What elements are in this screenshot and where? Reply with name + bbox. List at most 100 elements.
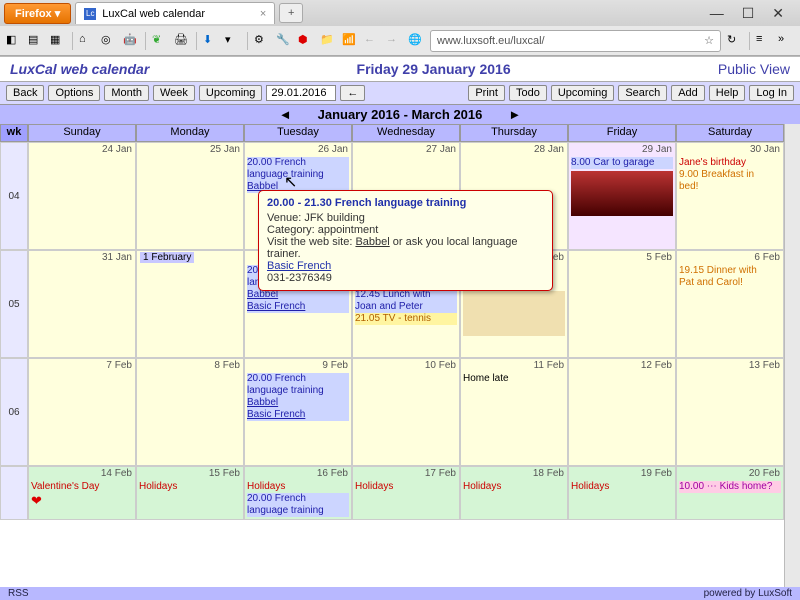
calendar-event[interactable]: Holidays bbox=[571, 481, 673, 493]
day-number: 5 Feb bbox=[646, 252, 672, 263]
new-tab-button[interactable]: + bbox=[279, 3, 303, 23]
upcoming-button[interactable]: Upcoming bbox=[199, 85, 263, 101]
help-button[interactable]: Help bbox=[709, 85, 746, 101]
tooltip-phone: 031-2376349 bbox=[267, 272, 544, 284]
day-cell[interactable]: 8 Feb bbox=[136, 358, 244, 466]
leaf-icon[interactable]: ❦ bbox=[152, 33, 168, 49]
calendar-event[interactable]: 19.15 Dinner withPat and Carol! bbox=[679, 265, 781, 289]
firefox-menu-button[interactable]: Firefox ▾ bbox=[4, 3, 71, 24]
tooltip-category: Category: appointment bbox=[267, 224, 544, 236]
week-button[interactable]: Week bbox=[153, 85, 195, 101]
day-cell[interactable]: 9 Feb20.00 Frenchlanguage trainingBabbel… bbox=[244, 358, 352, 466]
day-cell[interactable]: 13 Feb bbox=[676, 358, 784, 466]
folder-icon[interactable]: 📁 bbox=[320, 33, 336, 49]
download-icon[interactable]: ⬇ bbox=[203, 33, 219, 49]
day-cell[interactable]: 24 Jan bbox=[28, 142, 136, 250]
home-icon[interactable]: ⌂ bbox=[79, 33, 95, 49]
day-header: Saturday bbox=[676, 124, 784, 142]
day-cell[interactable]: 16 FebHolidays20.00 Frenchlanguage train… bbox=[244, 466, 352, 520]
gear-icon[interactable]: ⚙ bbox=[254, 33, 270, 49]
options-button[interactable]: Options bbox=[48, 85, 100, 101]
next-period-icon[interactable]: ► bbox=[502, 107, 527, 122]
calendar-event[interactable]: 20.00 Frenchlanguage training bbox=[247, 493, 349, 517]
day-cell[interactable]: 19 FebHolidays bbox=[568, 466, 676, 520]
calendar-event[interactable]: Home late bbox=[463, 373, 565, 385]
close-tab-icon[interactable]: × bbox=[260, 8, 266, 20]
day-cell[interactable]: 6 Feb19.15 Dinner withPat and Carol! bbox=[676, 250, 784, 358]
close-icon[interactable]: ✕ bbox=[772, 5, 784, 22]
calendar-event[interactable]: Holidays bbox=[139, 481, 241, 493]
calendar-event[interactable]: Holidays bbox=[355, 481, 457, 493]
stop-icon[interactable]: ⬢ bbox=[298, 33, 314, 49]
grid-icon[interactable]: ▦ bbox=[50, 33, 66, 49]
vertical-scrollbar[interactable] bbox=[784, 124, 800, 588]
day-cell[interactable]: 5 Feb bbox=[568, 250, 676, 358]
print-button[interactable]: Print bbox=[468, 85, 505, 101]
day-number: 13 Feb bbox=[749, 360, 780, 371]
day-cell[interactable]: 29 Jan8.00 Car to garage bbox=[568, 142, 676, 250]
tooltip-link-babbel[interactable]: Babbel bbox=[355, 236, 389, 248]
overflow-icon[interactable]: » bbox=[778, 33, 794, 49]
target-icon[interactable]: ◎ bbox=[101, 33, 117, 49]
view-mode[interactable]: Public View bbox=[718, 61, 790, 77]
calendar-event[interactable]: 20.00 Frenchlanguage trainingBabbel bbox=[247, 157, 349, 193]
day-cell[interactable]: 12 Feb bbox=[568, 358, 676, 466]
wrench-icon[interactable]: 🔧 bbox=[276, 33, 292, 49]
droid-icon[interactable]: 🤖 bbox=[123, 33, 139, 49]
prev-period-icon[interactable]: ◄ bbox=[273, 107, 298, 122]
day-cell[interactable]: 30 JanJane's birthday9.00 Breakfast inbe… bbox=[676, 142, 784, 250]
go-button[interactable]: ← bbox=[340, 85, 365, 101]
calendar-event[interactable]: 9.00 Breakfast inbed! bbox=[679, 169, 781, 193]
calendar-event[interactable]: 12.45 Lunch withJoan and Peter bbox=[355, 289, 457, 313]
calendar-event[interactable]: Jane's birthday bbox=[679, 157, 781, 169]
rss-link[interactable]: RSS bbox=[8, 588, 29, 599]
calendar-event[interactable]: Valentine's Day bbox=[31, 481, 133, 493]
day-cell[interactable]: 25 Jan bbox=[136, 142, 244, 250]
week-number: 04 bbox=[0, 142, 28, 250]
month-button[interactable]: Month bbox=[104, 85, 149, 101]
minimize-icon[interactable]: — bbox=[710, 5, 724, 22]
tooltip-link-basic[interactable]: Basic French bbox=[267, 260, 544, 272]
bookmark-icon[interactable]: ☆ bbox=[704, 34, 714, 47]
back-icon[interactable]: ← bbox=[364, 33, 380, 49]
calendar-event[interactable]: Holidays bbox=[247, 481, 349, 493]
login-button[interactable]: Log In bbox=[749, 85, 794, 101]
day-cell[interactable]: 15 FebHolidays bbox=[136, 466, 244, 520]
day-cell[interactable]: 17 FebHolidays bbox=[352, 466, 460, 520]
rss-icon[interactable]: 📶 bbox=[342, 33, 358, 49]
calendar-event[interactable]: Holidays bbox=[463, 481, 565, 493]
day-cell[interactable]: 1 February bbox=[136, 250, 244, 358]
back-button[interactable]: Back bbox=[6, 85, 44, 101]
maximize-icon[interactable]: ☐ bbox=[742, 5, 755, 22]
calendar-event[interactable]: 8.00 Car to garage bbox=[571, 157, 673, 169]
day-number: 31 Jan bbox=[102, 252, 132, 263]
tile-icon[interactable]: ▤ bbox=[28, 33, 44, 49]
day-header: Sunday bbox=[28, 124, 136, 142]
calendar-event[interactable]: 21.05 TV - tennis bbox=[355, 313, 457, 325]
search-button[interactable]: Search bbox=[618, 85, 667, 101]
reload-icon[interactable]: ↻ bbox=[727, 33, 743, 49]
day-cell[interactable]: 14 FebValentine's Day❤ bbox=[28, 466, 136, 520]
menu-icon[interactable]: ≡ bbox=[756, 33, 772, 49]
day-cell[interactable]: 10 Feb bbox=[352, 358, 460, 466]
pocket-icon[interactable]: ◧ bbox=[6, 33, 22, 49]
day-cell[interactable]: 31 Jan bbox=[28, 250, 136, 358]
calendar-event[interactable]: 20.00 Frenchlanguage trainingBabbelBasic… bbox=[247, 373, 349, 421]
print-icon[interactable]: 🖨 bbox=[174, 33, 190, 49]
tooltip-web: Visit the web site: Babbel or ask you lo… bbox=[267, 236, 544, 260]
shield-icon[interactable]: ▾ bbox=[225, 33, 241, 49]
url-bar[interactable]: www.luxsoft.eu/luxcal/ ☆ bbox=[430, 30, 721, 52]
day-cell[interactable]: 11 FebHome late bbox=[460, 358, 568, 466]
day-cell[interactable]: 18 FebHolidays bbox=[460, 466, 568, 520]
forward-icon[interactable]: → bbox=[386, 33, 402, 49]
calendar-event[interactable]: 10.00 ⋯ Kids home? bbox=[679, 481, 781, 493]
browser-toolbar: ◧ ▤ ▦ ⌂ ◎ 🤖 ❦ 🖨 ⬇ ▾ ⚙ 🔧 ⬢ 📁 📶 ← → 🌐 www.… bbox=[0, 26, 800, 56]
week-number: 05 bbox=[0, 250, 28, 358]
browser-tab[interactable]: Lc LuxCal web calendar × bbox=[75, 2, 275, 24]
add-button[interactable]: Add bbox=[671, 85, 705, 101]
todo-button[interactable]: Todo bbox=[509, 85, 547, 101]
upcoming2-button[interactable]: Upcoming bbox=[551, 85, 615, 101]
day-cell[interactable]: 20 Feb10.00 ⋯ Kids home? bbox=[676, 466, 784, 520]
day-cell[interactable]: 7 Feb bbox=[28, 358, 136, 466]
date-input[interactable] bbox=[266, 85, 336, 101]
